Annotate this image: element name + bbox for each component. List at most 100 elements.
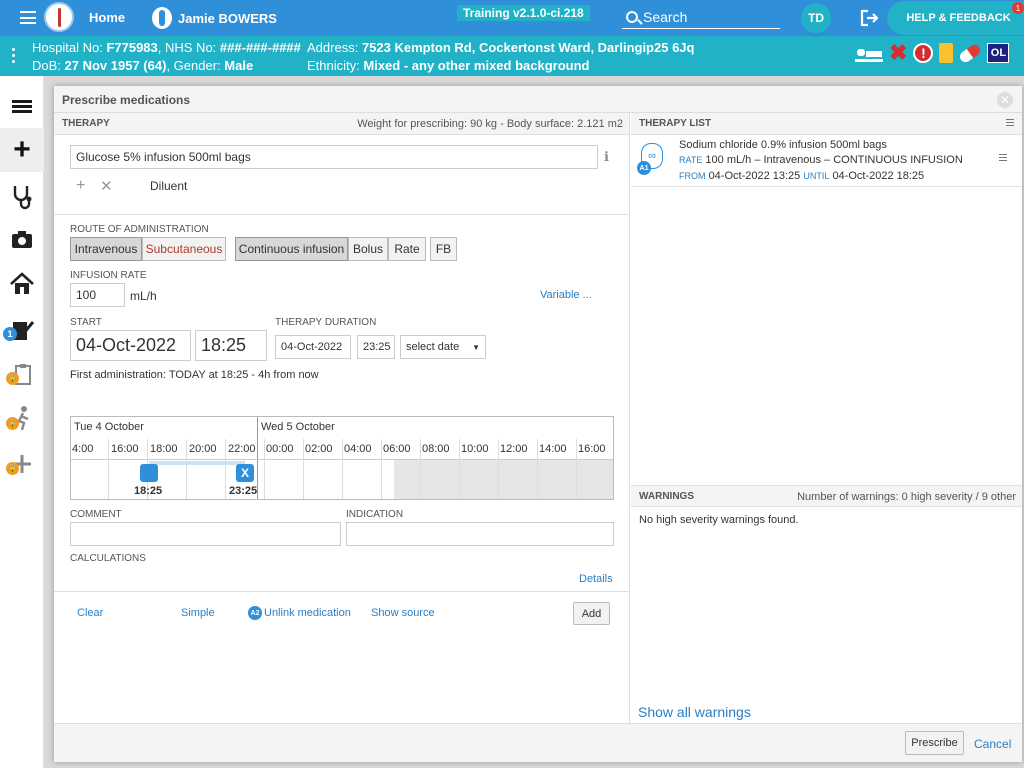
prescribe-button[interactable]: Prescribe (905, 731, 964, 755)
user-avatar[interactable]: TD (801, 3, 831, 33)
timeline-hour-label: 00:00 (266, 443, 294, 455)
timeline-hour-label: 12:00 (500, 443, 528, 455)
camera-icon[interactable] (8, 226, 36, 254)
unlink-medication-link[interactable]: Unlink medication (264, 607, 351, 619)
timeline-start-handle[interactable] (140, 464, 158, 482)
info-icon[interactable]: ℹ (604, 149, 609, 165)
cancel-link[interactable]: Cancel (974, 737, 1011, 751)
simple-link[interactable]: Simple (181, 607, 215, 619)
administration-timeline[interactable]: Tue 4 October Wed 5 October 4:00 16:00 18:… (70, 416, 614, 500)
remove-icon[interactable]: ✕ (100, 177, 113, 195)
select-date-dropdown[interactable]: select date ▼ (400, 335, 486, 359)
route-intravenous-button[interactable]: Intravenous (70, 237, 142, 261)
show-source-link[interactable]: Show source (371, 607, 435, 619)
mode-fb-button[interactable]: FB (430, 237, 457, 261)
from-value: 04-Oct-2022 13:25 (708, 170, 801, 182)
timeline-grid-line (264, 439, 265, 499)
timeline-hour-label: 08:00 (422, 443, 450, 455)
patient-ethnicity: Ethnicity: Mixed - any other mixed backg… (307, 58, 589, 73)
variable-link[interactable]: Variable ... (540, 289, 592, 301)
search-input[interactable]: Search (622, 5, 780, 29)
warnings-header: WARNINGS Number of warnings: 0 high seve… (631, 485, 1022, 507)
start-date-input[interactable]: 04-Oct-2022 (70, 330, 191, 361)
timeline-hour-label: 20:00 (189, 443, 217, 455)
timeline-end-handle[interactable]: X (236, 464, 254, 482)
mode-bolus-button[interactable]: Bolus (348, 237, 388, 261)
comment-input[interactable] (70, 522, 341, 546)
timeline-hour-label: 4:00 (72, 443, 94, 455)
lock-icon: 🔒 (6, 462, 19, 475)
menu-icon[interactable] (1006, 119, 1014, 128)
timeline-grid-line (498, 439, 499, 499)
nhs-no-label: NHS No: (165, 40, 217, 55)
end-date-input[interactable]: 04-Oct-2022 (275, 335, 351, 359)
patient-demographics: DoB: 27 Nov 1957 (64), Gender: Male (32, 58, 254, 73)
weight-info: Weight for prescribing: 90 kg - Body sur… (357, 118, 623, 130)
details-link[interactable]: Details (579, 573, 613, 585)
logout-icon[interactable] (860, 9, 880, 27)
bed-icon[interactable] (855, 44, 883, 62)
therapy-item-period-line: FROM 04-Oct-2022 13:25 UNTIL 04-Oct-2022… (679, 170, 924, 182)
route-subcutaneous-button[interactable]: Subcutaneous (142, 237, 226, 261)
start-label: START (70, 317, 102, 328)
indication-input[interactable] (346, 522, 614, 546)
patient-name: Jamie BOWERS (178, 10, 277, 26)
lock-icon: 🔒 (6, 372, 19, 385)
ol-badge[interactable]: OL (987, 43, 1010, 63)
dob-label: DoB: (32, 58, 61, 73)
infusion-rate-label: INFUSION RATE (70, 270, 147, 281)
timeline-day-1: Tue 4 October (74, 421, 144, 433)
menu-icon[interactable] (20, 11, 36, 24)
add-diluent-icon[interactable]: + (76, 177, 85, 195)
add-icon[interactable]: + (0, 128, 44, 172)
pill-icon[interactable] (958, 42, 983, 64)
timeline-hour-label: 02:00 (305, 443, 333, 455)
mode-rate-button[interactable]: Rate (388, 237, 426, 261)
search-icon (626, 10, 638, 23)
home-link[interactable]: Home (89, 10, 125, 25)
add-button[interactable]: Add (573, 602, 610, 625)
patient-alerts: ✖ ! OL (855, 42, 1010, 64)
a1-badge: A1 (637, 161, 651, 175)
timeline-grid-line (186, 439, 187, 499)
calculations-label: CALCULATIONS (70, 553, 146, 564)
mode-continuous-infusion-button[interactable]: Continuous infusion (235, 237, 348, 261)
medication-bottle-icon[interactable] (939, 43, 954, 63)
timeline-duration-bar (149, 461, 245, 465)
show-all-warnings-link[interactable]: Show all warnings (638, 704, 751, 720)
more-options-icon[interactable] (12, 48, 16, 66)
patient-banner: Hospital No: F775983, NHS No: ###-###-##… (0, 36, 1024, 76)
alert-icon[interactable]: ! (913, 43, 934, 63)
notification-badge: 1 (1012, 2, 1024, 14)
stethoscope-icon[interactable] (8, 182, 36, 210)
until-value: 04-Oct-2022 18:25 (832, 170, 925, 182)
patient-address: Address: 7523 Kempton Rd, Cockertonst Wa… (307, 40, 694, 55)
timeline-grid-line (459, 439, 460, 499)
help-feedback-button[interactable]: HELP & FEEDBACK (887, 1, 1024, 35)
timeline-day-2: Wed 5 October (261, 421, 335, 433)
item-menu-icon[interactable] (999, 154, 1007, 163)
home-care-icon[interactable] (8, 270, 36, 298)
diluent-label: Diluent (150, 179, 188, 193)
end-time-input[interactable]: 23:25 (357, 335, 395, 359)
cross-icon[interactable]: ✖ (889, 42, 907, 64)
list-icon[interactable] (8, 92, 36, 120)
therapy-list-header-label: THERAPY LIST (639, 118, 712, 129)
timeline-hour-label: 04:00 (344, 443, 372, 455)
person-icon (152, 7, 172, 29)
top-bar: Home Jamie BOWERS Training v2.1.0-ci.218… (0, 0, 1024, 36)
therapy-header: THERAPY Weight for prescribing: 90 kg - … (54, 113, 629, 135)
start-time-input[interactable]: 18:25 (195, 330, 267, 361)
medication-input[interactable]: Glucose 5% infusion 500ml bags (70, 145, 598, 169)
therapy-list-item[interactable]: ∞ A1 Sodium chloride 0.9% infusion 500ml… (631, 135, 1022, 187)
app-logo[interactable] (44, 2, 74, 32)
dialog-header: Prescribe medications ✕ (54, 86, 1022, 113)
from-label: FROM (679, 171, 706, 181)
patient-name-header[interactable]: Jamie BOWERS (152, 6, 277, 30)
infusion-rate-input[interactable]: 100 (70, 283, 125, 307)
close-icon[interactable]: ✕ (997, 92, 1013, 108)
clear-link[interactable]: Clear (77, 607, 103, 619)
timeline-grid-line (108, 439, 109, 499)
warnings-count: Number of warnings: 0 high severity / 9 … (797, 491, 1016, 503)
therapy-list-pane: THERAPY LIST ∞ A1 Sodium chloride 0.9% i… (631, 113, 1022, 723)
